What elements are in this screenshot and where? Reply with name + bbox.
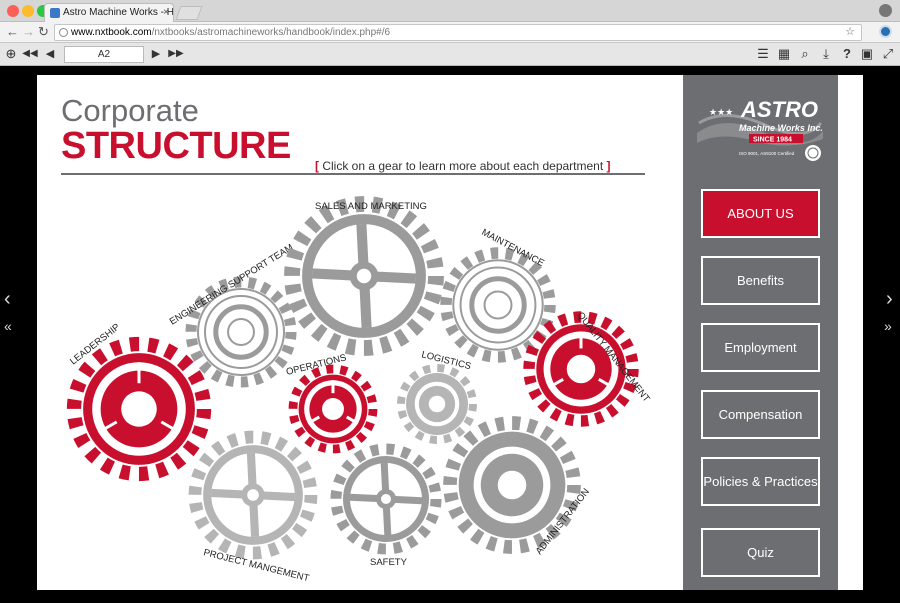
- gear-4[interactable]: [440, 247, 556, 363]
- last-page-icon[interactable]: ▶▶: [168, 46, 184, 62]
- extension-icon[interactable]: [879, 25, 892, 38]
- menu-compensation-button[interactable]: Compensation: [701, 390, 820, 439]
- zoom-icon[interactable]: ⊕: [3, 46, 19, 62]
- browser-chrome: Astro Machine Works - Handbo × ← → ↻ www…: [0, 0, 900, 66]
- url-host: www.nxtbook.com: [71, 27, 152, 38]
- reload-icon[interactable]: ↻: [38, 24, 49, 40]
- last-page-arrow-icon[interactable]: »: [884, 318, 892, 334]
- minimize-window-button[interactable]: [22, 5, 34, 17]
- logo-brand: ASTRO: [740, 97, 818, 122]
- new-tab-button[interactable]: [175, 6, 203, 20]
- gear-6[interactable]: [288, 364, 378, 454]
- close-window-button[interactable]: [7, 5, 19, 17]
- gear-8[interactable]: [188, 430, 318, 560]
- bookmark-star-icon[interactable]: ☆: [845, 25, 855, 40]
- favicon-icon: [50, 8, 60, 18]
- svg-text:★★★: ★★★: [709, 107, 733, 117]
- first-page-arrow-icon[interactable]: «: [4, 318, 12, 334]
- menu-benefits-button[interactable]: Benefits: [701, 256, 820, 305]
- tab-close-icon[interactable]: ×: [163, 4, 169, 22]
- logo-subtitle: Machine Works Inc.: [739, 123, 823, 133]
- menu-about-us-button[interactable]: ABOUT US: [701, 189, 820, 238]
- gear-9[interactable]: [330, 443, 442, 555]
- department-gears: LEADERSHIPENGINEERING SUPPORT TEAMSALES …: [66, 196, 652, 584]
- gear-label-9: SAFETY: [370, 557, 408, 568]
- gear-3[interactable]: [284, 196, 444, 356]
- next-page-arrow-icon[interactable]: ›: [886, 288, 893, 311]
- toolbox-icon[interactable]: ▣: [859, 46, 875, 62]
- back-icon[interactable]: ←: [6, 24, 19, 39]
- flipbook-viewer: ‹ « › » Corporate STRUCTURE [ Click on a…: [0, 66, 900, 603]
- address-bar-row: ← → ↻ www.nxtbook.com/nxtbooks/astromach…: [0, 22, 900, 43]
- gear-label-3: SALES AND MARKETING: [315, 201, 427, 212]
- menu-quiz-button[interactable]: Quiz: [701, 528, 820, 577]
- page-number-field[interactable]: A2: [64, 46, 144, 63]
- menu-policies-practices-button[interactable]: Policies & Practices: [701, 457, 820, 506]
- url-path: /nxtbooks/astromachineworks/handbook/ind…: [151, 27, 391, 38]
- first-page-icon[interactable]: ◀◀: [22, 46, 38, 62]
- info-icon[interactable]: [59, 28, 68, 37]
- help-icon[interactable]: ?: [839, 46, 855, 62]
- next-page-icon[interactable]: ▶: [148, 46, 164, 62]
- browser-tab[interactable]: Astro Machine Works - Handbo ×: [44, 3, 174, 22]
- previous-page-icon[interactable]: ◀: [42, 46, 58, 62]
- download-icon[interactable]: ⤓: [818, 46, 834, 62]
- profile-icon[interactable]: [879, 4, 892, 17]
- logo-since: SINCE 1984: [753, 137, 792, 144]
- gear-1[interactable]: [66, 336, 212, 482]
- handbook-page: Corporate STRUCTURE [ Click on a gear to…: [37, 75, 863, 590]
- gear-7[interactable]: [397, 364, 477, 444]
- contents-list-icon[interactable]: ☰: [755, 46, 771, 62]
- url-field[interactable]: www.nxtbook.com/nxtbooks/astromachinewor…: [54, 24, 862, 41]
- previous-page-arrow-icon[interactable]: ‹: [4, 288, 11, 311]
- logo-cert: ISO 9001, AS9100 Certified: [739, 151, 795, 156]
- tab-strip: Astro Machine Works - Handbo ×: [0, 0, 900, 22]
- fullscreen-icon[interactable]: ⤢: [880, 46, 896, 62]
- tab-title: Astro Machine Works - Handbo: [63, 7, 174, 18]
- thumbnails-grid-icon[interactable]: ▦: [776, 46, 792, 62]
- search-icon[interactable]: ⌕: [797, 46, 813, 62]
- sidebar: ★★★ ASTRO Machine Works Inc. SINCE 1984 …: [683, 75, 838, 590]
- viewer-toolbar: ⊕ ◀◀ ◀ A2 ▶ ▶▶ ☰ ▦ ⌕ ⤓ ? ▣ ⤢: [0, 43, 900, 66]
- menu-employment-button[interactable]: Employment: [701, 323, 820, 372]
- forward-icon[interactable]: →: [22, 24, 35, 39]
- astro-logo: ★★★ ASTRO Machine Works Inc. SINCE 1984 …: [697, 97, 823, 161]
